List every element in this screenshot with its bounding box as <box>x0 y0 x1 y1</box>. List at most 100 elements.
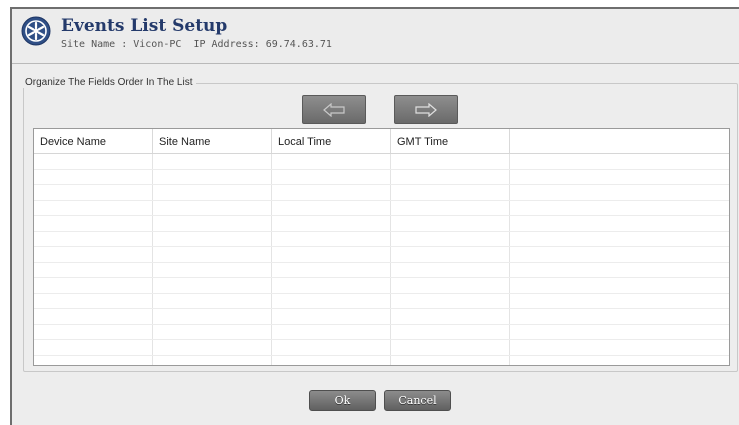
table-cell <box>510 154 729 169</box>
dialog-header: Events List Setup Site Name : Vicon-PC I… <box>12 9 739 64</box>
table-cell <box>510 356 729 366</box>
table-cell <box>391 185 510 200</box>
table-row[interactable] <box>34 324 729 340</box>
column-header-empty <box>510 129 729 153</box>
table-cell <box>510 170 729 185</box>
table-cell <box>272 293 391 308</box>
events-list-setup-window: Events List Setup Site Name : Vicon-PC I… <box>10 7 739 425</box>
table-cell <box>153 216 272 231</box>
table-cell <box>272 185 391 200</box>
vicon-logo-icon <box>21 16 51 46</box>
table-row[interactable] <box>34 231 729 247</box>
table-cell <box>272 309 391 324</box>
table-row[interactable] <box>34 262 729 278</box>
site-info: Site Name : Vicon-PC IP Address: 69.74.6… <box>61 39 338 50</box>
table-cell <box>34 200 153 215</box>
table-cell <box>153 340 272 355</box>
arrow-right-icon <box>415 102 437 117</box>
table-row[interactable] <box>34 154 729 170</box>
table-row[interactable] <box>34 355 729 366</box>
table-cell <box>34 324 153 339</box>
table-row[interactable] <box>34 185 729 201</box>
table-row[interactable] <box>34 216 729 232</box>
table-cell <box>272 355 391 365</box>
table-row[interactable] <box>34 169 729 185</box>
table-cell <box>391 309 510 324</box>
table-row[interactable] <box>34 340 729 356</box>
table-cell <box>510 294 729 309</box>
table-cell <box>153 324 272 339</box>
table-cell <box>34 309 153 324</box>
table-row[interactable] <box>34 200 729 216</box>
table-cell <box>153 355 272 365</box>
table-cell <box>153 278 272 293</box>
table-row[interactable] <box>34 309 729 325</box>
events-fields-table[interactable]: Device Name Site Name Local Time GMT Tim… <box>33 128 730 366</box>
table-cell <box>510 201 729 216</box>
column-header-site-name[interactable]: Site Name <box>153 129 272 153</box>
table-cell <box>272 154 391 169</box>
organize-fields-legend: Organize The Fields Order In The List <box>22 77 196 88</box>
table-cell <box>510 232 729 247</box>
table-row[interactable] <box>34 278 729 294</box>
table-cell <box>391 340 510 355</box>
table-cell <box>510 340 729 355</box>
cancel-button[interactable]: Cancel <box>384 390 451 411</box>
table-cell <box>153 200 272 215</box>
table-cell <box>391 278 510 293</box>
table-cell <box>34 247 153 262</box>
column-header-gmt-time[interactable]: GMT Time <box>391 129 510 153</box>
table-cell <box>34 169 153 184</box>
table-cell <box>153 309 272 324</box>
ip-address-label: IP Address: 69.74.63.71 <box>193 39 332 50</box>
table-cell <box>391 324 510 339</box>
table-cell <box>272 169 391 184</box>
move-column-right-button[interactable] <box>394 95 458 124</box>
table-cell <box>391 247 510 262</box>
arrow-left-icon <box>323 102 345 117</box>
table-cell <box>34 355 153 365</box>
table-cell <box>272 216 391 231</box>
move-column-left-button[interactable] <box>302 95 366 124</box>
table-cell <box>153 231 272 246</box>
table-cell <box>272 278 391 293</box>
table-cell <box>34 293 153 308</box>
table-cell <box>391 262 510 277</box>
table-cell <box>510 309 729 324</box>
ok-button[interactable]: Ok <box>309 390 376 411</box>
table-cell <box>34 262 153 277</box>
table-cell <box>34 154 153 169</box>
table-cell <box>272 200 391 215</box>
table-cell <box>153 154 272 169</box>
table-cell <box>510 247 729 262</box>
table-cell <box>34 216 153 231</box>
table-cell <box>510 325 729 340</box>
column-header-local-time[interactable]: Local Time <box>272 129 391 153</box>
table-cell <box>272 247 391 262</box>
table-cell <box>391 355 510 365</box>
table-cell <box>34 185 153 200</box>
dialog-title: Events List Setup <box>61 16 228 36</box>
table-row[interactable] <box>34 293 729 309</box>
table-cell <box>510 185 729 200</box>
column-header-device-name[interactable]: Device Name <box>34 129 153 153</box>
table-cell <box>153 247 272 262</box>
table-cell <box>153 169 272 184</box>
table-cell <box>391 154 510 169</box>
table-cell <box>34 231 153 246</box>
table-cell <box>34 278 153 293</box>
table-cell <box>272 340 391 355</box>
table-cell <box>391 169 510 184</box>
table-cell <box>153 185 272 200</box>
table-body <box>34 154 729 365</box>
site-name-label: Site Name : Vicon-PC <box>61 39 182 50</box>
table-cell <box>391 293 510 308</box>
table-cell <box>153 262 272 277</box>
table-cell <box>272 324 391 339</box>
table-cell <box>510 278 729 293</box>
table-cell <box>391 231 510 246</box>
table-row[interactable] <box>34 247 729 263</box>
table-cell <box>391 216 510 231</box>
table-cell <box>510 216 729 231</box>
table-cell <box>510 263 729 278</box>
